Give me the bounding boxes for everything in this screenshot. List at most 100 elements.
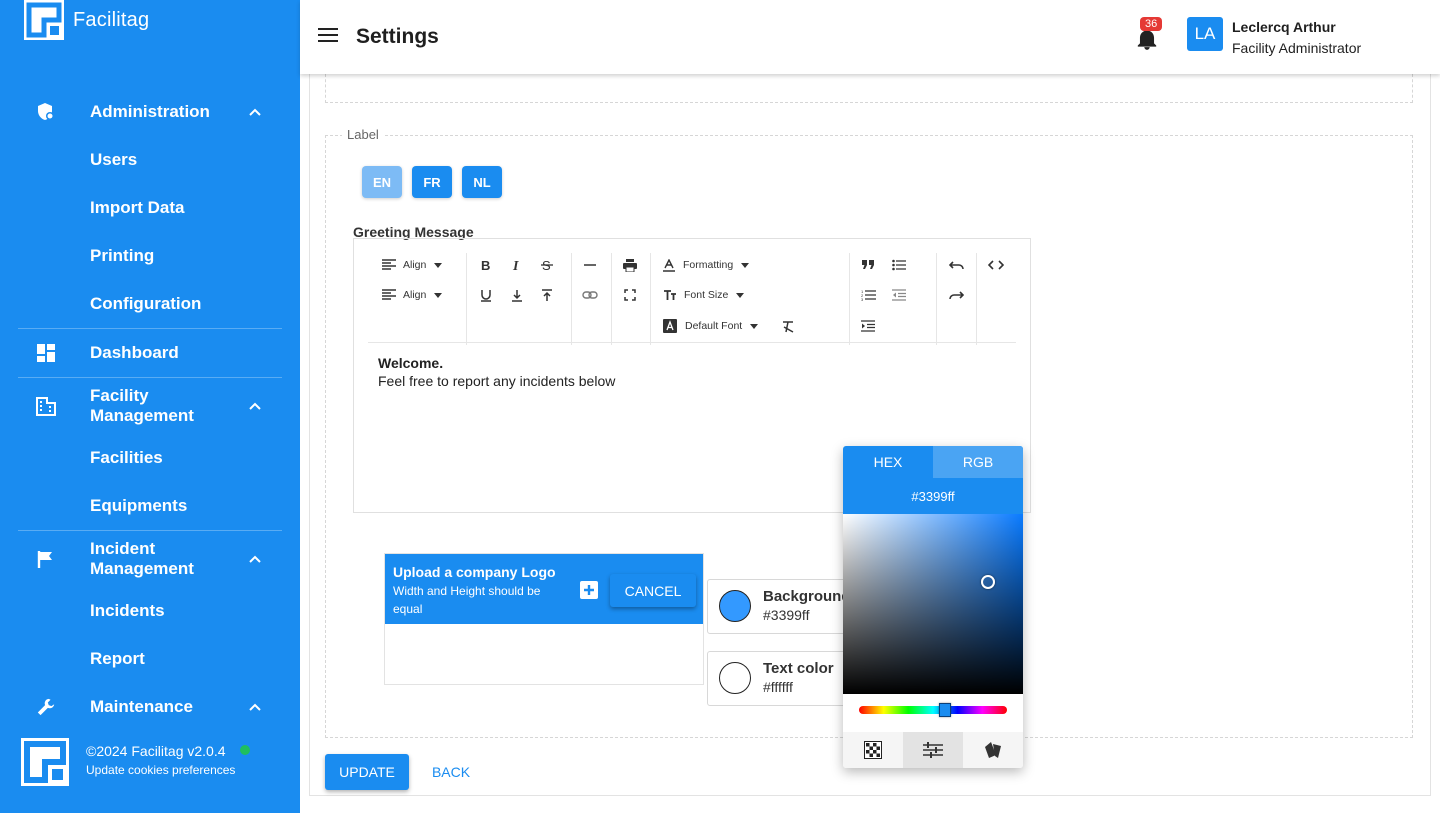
sidebar-item-printing[interactable]: Printing [18, 232, 282, 280]
nav-group-incident-management[interactable]: Incident Management [18, 531, 282, 587]
checkerboard-icon[interactable] [843, 732, 903, 768]
numbered-list-icon: 123 [861, 289, 876, 301]
svg-text:B: B [481, 259, 490, 271]
add-file-icon[interactable] [580, 581, 598, 599]
bullet-list-icon [892, 259, 906, 271]
sidebar-item-incidents[interactable]: Incidents [18, 587, 282, 635]
text-color-value: #ffffff [763, 679, 793, 695]
strikethrough-button[interactable]: S [541, 254, 553, 276]
sidebar-footer: ©2024 Facilitag v2.0.4 Update cookies pr… [21, 738, 281, 786]
nav-group-facility-management[interactable]: Facility Management [18, 378, 282, 434]
sidebar-item-configuration[interactable]: Configuration [18, 280, 282, 328]
saturation-cursor[interactable] [981, 575, 995, 589]
tab-hex[interactable]: HEX [843, 446, 933, 478]
italic-button[interactable]: I [511, 254, 523, 276]
sidebar-item-facilities[interactable]: Facilities [18, 434, 282, 482]
subscript-button[interactable] [511, 284, 523, 306]
outdent-icon [892, 289, 906, 301]
sidebar-item-import-data[interactable]: Import Data [18, 184, 282, 232]
chevron-up-icon[interactable] [248, 700, 262, 714]
sidebar-nav: Administration Users Import Data Printin… [18, 88, 282, 731]
background-color-field[interactable]: Background #3399ff [707, 579, 857, 634]
editor-line-2: Feel free to report any incidents below [378, 373, 616, 389]
sidebar-item-report[interactable]: Report [18, 635, 282, 683]
clear-format-icon [783, 320, 794, 333]
blockquote-button[interactable] [862, 254, 874, 276]
link-button[interactable] [582, 284, 598, 306]
nav-group-administration[interactable]: Administration [18, 88, 282, 136]
background-swatch [719, 590, 751, 622]
text-color-field[interactable]: Text color #ffffff [707, 651, 857, 706]
font-family-label: Default Font [685, 320, 743, 332]
editor-content[interactable]: Welcome. Feel free to report any inciden… [378, 354, 615, 390]
sidebar-item-equipments[interactable]: Equipments [18, 482, 282, 530]
nav-group-label: Maintenance [90, 697, 193, 716]
sidebar-item-users[interactable]: Users [18, 136, 282, 184]
brand-name: Facilitag [73, 8, 150, 31]
formatting-dropdown[interactable]: Formatting [663, 254, 750, 276]
chevron-up-icon[interactable] [248, 399, 262, 413]
fullscreen-icon [624, 289, 636, 301]
avatar[interactable]: LA [1187, 17, 1223, 51]
saturation-area[interactable] [843, 514, 1023, 694]
nav-group-dashboard[interactable]: Dashboard [18, 329, 282, 377]
font-size-dropdown[interactable]: Font Size [663, 284, 745, 306]
chevron-up-icon[interactable] [248, 552, 262, 566]
font-family-dropdown[interactable]: Default Font [663, 315, 759, 337]
clear-format-button[interactable] [782, 315, 795, 337]
underline-button[interactable] [480, 284, 492, 306]
print-icon [623, 258, 637, 272]
align-dropdown[interactable]: Align [382, 254, 443, 276]
undo-button[interactable] [949, 254, 964, 276]
chevron-up-icon[interactable] [248, 105, 262, 119]
upload-title: Upload a company Logo [393, 564, 556, 580]
outdent-button[interactable] [892, 284, 906, 306]
page-title: Settings [356, 25, 439, 48]
picker-hex-value[interactable]: #3399ff [843, 478, 1023, 514]
editor-line-1: Welcome. [378, 355, 444, 371]
top-header: Settings 36 LA Leclercq Arthur Facility … [300, 0, 1440, 74]
cancel-button[interactable]: CANCEL [610, 574, 696, 607]
nav-group-label: Dashboard [90, 343, 179, 362]
cookies-preferences-link[interactable]: Update cookies preferences [86, 763, 235, 777]
redo-button[interactable] [949, 284, 964, 306]
notification-badge: 36 [1140, 17, 1163, 31]
horizontal-rule-button[interactable] [584, 254, 596, 276]
picker-tabs: HEX RGB [843, 446, 1023, 478]
nav-group-label: Administration [90, 102, 210, 121]
indent-button[interactable] [861, 315, 875, 337]
svg-text:I: I [512, 259, 519, 271]
background-value: #3399ff [763, 607, 810, 623]
sliders-icon[interactable] [903, 732, 963, 768]
print-button[interactable] [623, 254, 637, 276]
update-button[interactable]: UPDATE [325, 754, 409, 790]
shield-gear-icon [36, 102, 56, 122]
superscript-button[interactable] [541, 284, 553, 306]
logo-upload-card: Upload a company Logo Width and Height s… [384, 553, 704, 685]
language-button-fr[interactable]: FR [412, 166, 452, 198]
hue-slider[interactable] [859, 706, 1007, 714]
text-color-swatch [719, 662, 751, 694]
back-button[interactable]: BACK [425, 754, 477, 790]
nav-group-maintenance[interactable]: Maintenance [18, 683, 282, 731]
language-button-nl[interactable]: NL [462, 166, 502, 198]
superscript-icon [542, 288, 552, 301]
tab-rgb[interactable]: RGB [933, 446, 1023, 478]
fullscreen-button[interactable] [624, 284, 636, 306]
formatting-label: Formatting [683, 259, 734, 271]
palette-icon[interactable] [963, 732, 1023, 768]
source-code-button[interactable] [988, 254, 1004, 276]
hue-slider-thumb[interactable] [939, 703, 951, 717]
align-label: Align [403, 289, 427, 301]
bold-icon: B [481, 259, 490, 271]
numbered-list-button[interactable]: 123 [861, 284, 876, 306]
bold-button[interactable]: B [480, 254, 492, 276]
footer-copyright: ©2024 Facilitag v2.0.4 [86, 743, 226, 759]
brand[interactable]: Facilitag [24, 0, 149, 40]
language-button-en[interactable]: EN [362, 166, 402, 198]
align-dropdown-2[interactable]: Align [382, 284, 443, 306]
menu-icon[interactable] [318, 28, 338, 46]
font-size-icon [664, 290, 676, 300]
text-color-label: Text color [763, 660, 834, 677]
bullet-list-button[interactable] [892, 254, 906, 276]
